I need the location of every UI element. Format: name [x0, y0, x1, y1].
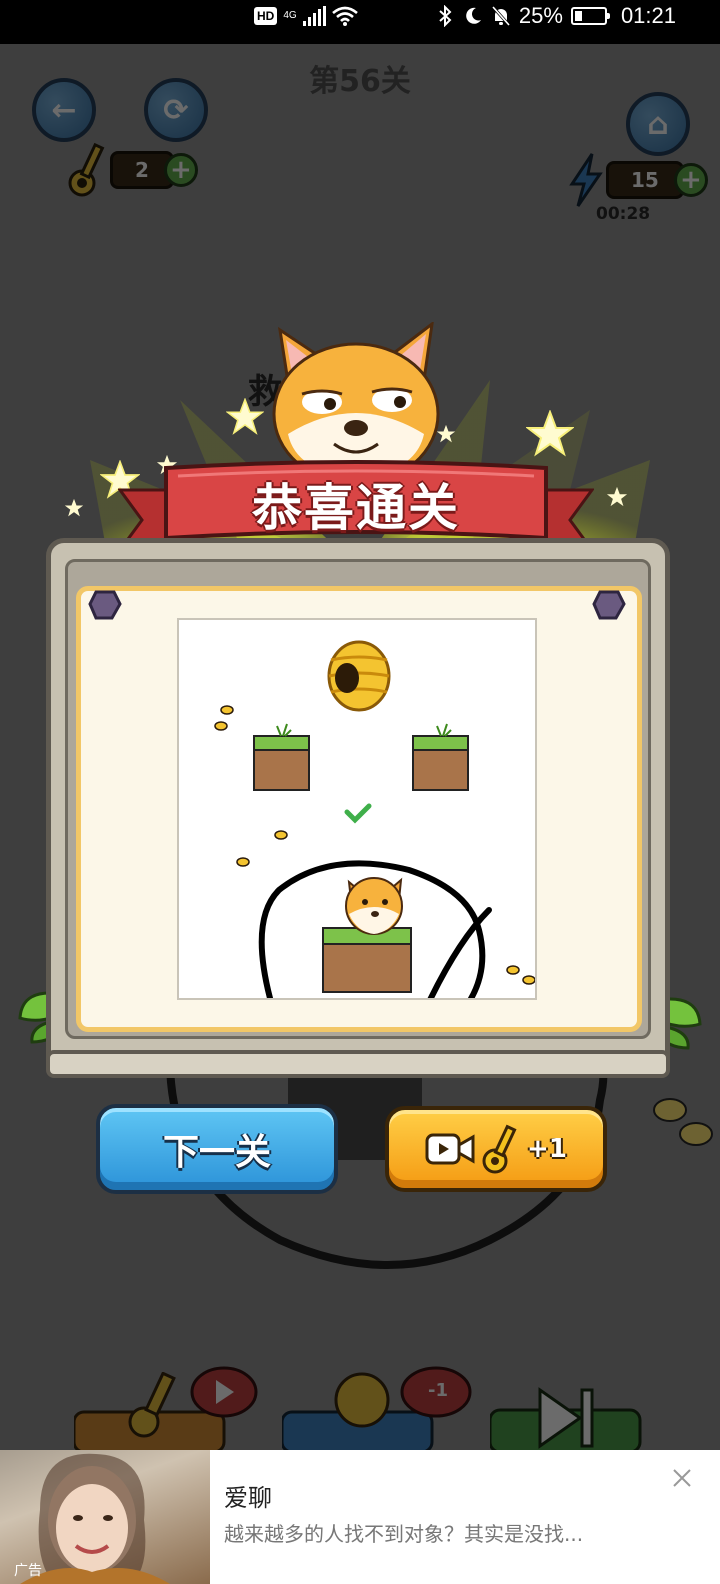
ad-banner[interactable]: 广告 爱聊 越来越多的人找不到对象？其实是没找... [0, 1450, 720, 1584]
shiba-dog-icon [345, 877, 403, 935]
grass-block [253, 723, 310, 791]
ad-description[interactable]: 越来越多的人找不到对象？其实是没找... [224, 1518, 583, 1547]
key-icon [482, 1124, 517, 1174]
ad-title[interactable]: 爱聊 [224, 1478, 272, 1513]
mute-bell-icon [491, 6, 511, 26]
network-type: 4G [283, 10, 297, 21]
add-keys-button[interactable]: + [163, 153, 198, 187]
sparkle-star-icon [606, 486, 628, 507]
status-bar: HD 4G 25% 01:21 [0, 0, 720, 44]
battery-icon [570, 7, 610, 25]
sparkle-star-icon [226, 398, 264, 435]
hd-indicator: HD [254, 7, 278, 25]
energy-counter: 15 + [566, 153, 708, 207]
sparkle-star-icon [64, 498, 84, 517]
skip-tool[interactable] [488, 1372, 642, 1456]
next-level-label: 下一关 [162, 1132, 271, 1173]
clock: 01:21 [620, 3, 676, 28]
energy-timer: 00:28 [596, 204, 651, 224]
ad-thumbnail[interactable]: 广告 [0, 1450, 210, 1584]
level-complete-banner: 恭喜通关 [252, 479, 460, 537]
check-icon [344, 803, 372, 824]
shiba-dog-mascot [272, 322, 440, 480]
arrow-left-icon: ← [51, 92, 77, 128]
reward-amount: +1 [527, 1134, 567, 1164]
close-icon[interactable] [670, 1466, 694, 1490]
add-energy-button[interactable]: + [673, 163, 708, 197]
ad-label: 广告 [14, 1563, 42, 1579]
sparkle-star-icon [526, 410, 574, 457]
keys-counter: 2 + [66, 142, 198, 197]
next-level-button[interactable]: 下一关 [96, 1104, 338, 1194]
energy-count: 15 [606, 161, 684, 199]
key-icon [68, 142, 105, 197]
home-icon: ⌂ [647, 106, 669, 142]
wifi-icon [331, 6, 358, 26]
bluetooth-icon [439, 5, 452, 27]
grass-block [412, 723, 469, 791]
restart-icon: ⟳ [163, 92, 189, 128]
puzzle-replay-board [177, 618, 537, 1000]
beehive-icon [327, 640, 391, 712]
restart-button[interactable]: ⟳ [144, 78, 208, 142]
lightning-icon [569, 153, 603, 207]
gem-icon [88, 590, 122, 620]
video-ad-icon [190, 1366, 258, 1418]
battery-percent: 25% [518, 3, 563, 28]
back-button[interactable]: ← [32, 78, 96, 142]
signal-icon [302, 6, 326, 26]
level-title: 第56关 [309, 64, 411, 99]
hint-cost: -1 [428, 1380, 448, 1401]
home-button[interactable]: ⌂ [626, 92, 690, 156]
hint-cost-badge: -1 [400, 1366, 474, 1422]
grass-block [322, 927, 412, 993]
bee-icon [653, 1098, 713, 1146]
gem-icon [592, 590, 626, 620]
moon-icon [466, 7, 481, 24]
watch-video-key-button[interactable]: +1 [385, 1106, 607, 1192]
frame-base [46, 1050, 670, 1078]
video-camera-icon [425, 1133, 475, 1165]
